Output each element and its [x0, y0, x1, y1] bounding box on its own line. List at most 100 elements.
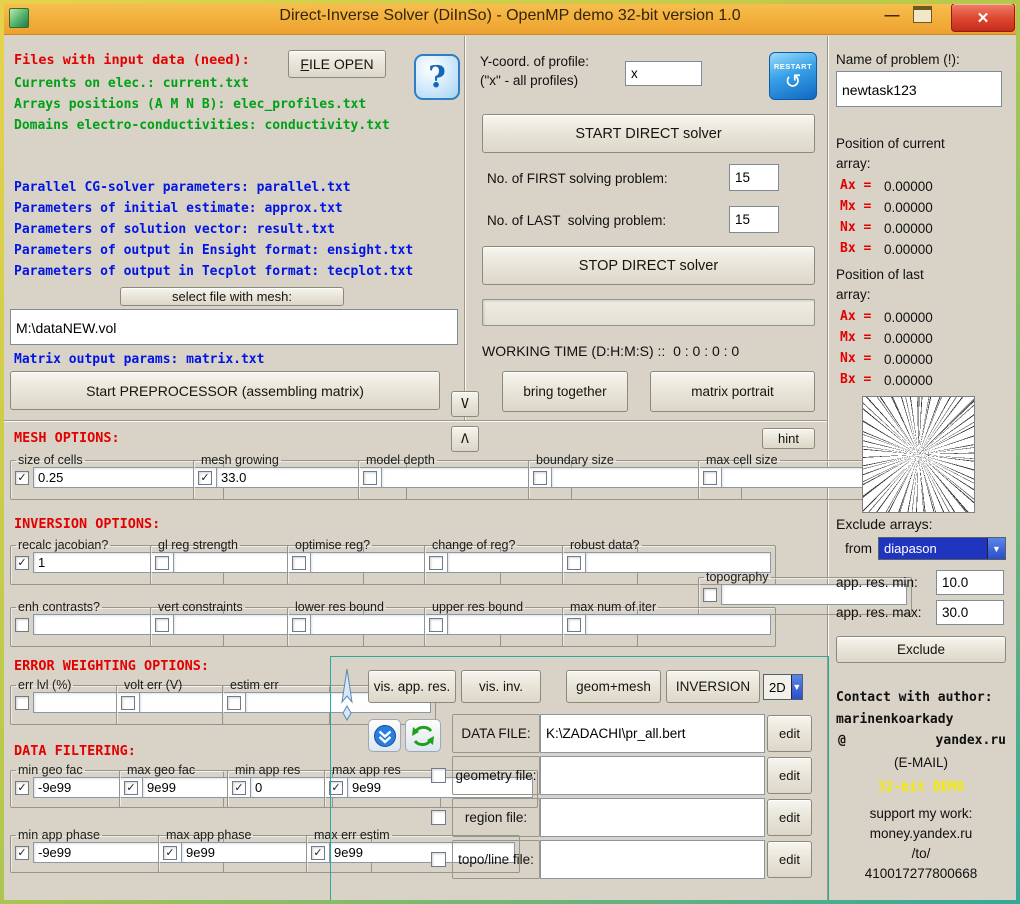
region-file-edit-button[interactable]: edit	[767, 799, 812, 836]
vis-inv-button[interactable]: vis. inv.	[461, 670, 541, 703]
last-problem-input[interactable]	[729, 206, 779, 233]
coord-value: 0.00000	[884, 179, 933, 194]
group-label: min app res	[233, 763, 302, 777]
coord-key: Ax =	[840, 178, 871, 193]
geom-mesh-button[interactable]: geom+mesh	[566, 670, 661, 703]
checkbox[interactable]: ✓	[15, 471, 29, 485]
last-array-label2: array:	[836, 287, 871, 302]
checkbox[interactable]	[567, 618, 581, 632]
coord-value: 0.00000	[884, 221, 933, 236]
checkbox[interactable]: ✓	[232, 781, 246, 795]
app-res-min-input[interactable]	[936, 570, 1004, 595]
group-label: enh contrasts?	[16, 600, 102, 614]
file-open-button[interactable]: FILE OPEN	[288, 50, 386, 78]
email-note: (E-MAIL)	[836, 755, 1006, 770]
matrix-portrait-button[interactable]: matrix portrait	[650, 371, 815, 412]
start-direct-solver-button[interactable]: START DIRECT solver	[482, 114, 815, 153]
bring-together-button[interactable]: bring together	[502, 371, 628, 412]
coord-value: 0.00000	[884, 352, 933, 367]
chevron-down-icon: ▼	[791, 675, 802, 699]
group-label: robust data?	[568, 538, 642, 552]
checkbox[interactable]	[363, 471, 377, 485]
refresh-button[interactable]	[405, 719, 441, 752]
app-window: Direct-Inverse Solver (DiInSo) - OpenMP …	[0, 0, 1020, 904]
checkbox[interactable]	[703, 471, 717, 485]
first-problem-label: No. of FIRST solving problem:	[487, 171, 668, 186]
restart-arrow-icon: ↺	[785, 71, 802, 91]
input-file-line: Domains electro-conductivities: conducti…	[14, 118, 390, 133]
checkbox[interactable]	[292, 556, 306, 570]
geometry-file-input[interactable]	[540, 756, 765, 795]
inversion-options-heading: INVERSION OPTIONS:	[14, 516, 160, 532]
checkbox[interactable]	[533, 471, 547, 485]
close-button[interactable]: ✕	[951, 3, 1015, 32]
checkbox[interactable]: ✓	[311, 846, 325, 860]
checkbox[interactable]	[227, 696, 241, 710]
app-res-max-input[interactable]	[936, 600, 1004, 625]
group-label: recalc jacobian?	[16, 538, 110, 552]
group-label: err lvl (%)	[16, 678, 73, 692]
exclude-arrays-heading: Exclude arrays:	[836, 516, 932, 532]
input-file-line: Arrays positions (A M N B): elec_profile…	[14, 97, 366, 112]
problem-name-input[interactable]	[836, 71, 1002, 107]
data-file-input[interactable]	[540, 714, 765, 753]
group-label: change of reg?	[430, 538, 517, 552]
checkbox[interactable]: ✓	[198, 471, 212, 485]
group-label: estim err	[228, 678, 281, 692]
array-positions-plot	[862, 396, 975, 513]
mesh-file-input[interactable]	[10, 309, 458, 345]
value-input[interactable]	[585, 614, 771, 635]
coord-key: Bx =	[840, 372, 871, 387]
y-coord-input[interactable]	[625, 61, 702, 86]
value-input[interactable]	[33, 467, 219, 488]
checkbox[interactable]: ✓	[15, 556, 29, 570]
topo-file-checkbox[interactable]	[431, 852, 446, 867]
coord-key: Ax =	[840, 309, 871, 324]
region-file-label: region file:	[452, 798, 540, 837]
vis-app-res-button[interactable]: vis. app. res.	[368, 670, 456, 703]
topo-file-input[interactable]	[540, 840, 765, 879]
checkbox[interactable]	[155, 618, 169, 632]
checkbox[interactable]	[567, 556, 581, 570]
checkbox[interactable]: ✓	[163, 846, 177, 860]
first-problem-input[interactable]	[729, 164, 779, 191]
exclude-button[interactable]: Exclude	[836, 636, 1006, 663]
select-mesh-button[interactable]: select file with mesh:	[120, 287, 344, 306]
geometry-file-checkbox[interactable]	[431, 768, 446, 783]
inversion-button[interactable]: INVERSION	[666, 670, 760, 703]
param-file-line: Parameters of initial estimate: approx.t…	[14, 201, 343, 216]
dimension-select[interactable]: 2D ▼	[763, 674, 803, 700]
geometry-file-edit-button[interactable]: edit	[767, 757, 812, 794]
checkbox[interactable]	[292, 618, 306, 632]
collapse-button[interactable]: V	[451, 391, 479, 417]
checkbox[interactable]: ✓	[15, 781, 29, 795]
download-results-button[interactable]	[368, 719, 401, 752]
checkbox[interactable]	[155, 556, 169, 570]
chevron-down-icon: ▼	[987, 538, 1005, 559]
expand-button[interactable]: Λ	[451, 426, 479, 452]
checkbox[interactable]	[15, 618, 29, 632]
region-file-checkbox[interactable]	[431, 810, 446, 825]
start-preprocessor-button[interactable]: Start PREPROCESSOR (assembling matrix)	[10, 371, 440, 410]
title-bar: Direct-Inverse Solver (DiInSo) - OpenMP …	[0, 0, 1020, 35]
checkbox[interactable]	[15, 696, 29, 710]
data-file-edit-button[interactable]: edit	[767, 715, 812, 752]
restart-button[interactable]: RESTART ↺	[769, 52, 817, 100]
hint-button[interactable]: hint	[762, 428, 815, 449]
question-icon: ?	[428, 60, 446, 95]
checkbox[interactable]: ✓	[124, 781, 138, 795]
coord-value: 0.00000	[884, 200, 933, 215]
minimize-button[interactable]: —	[882, 5, 902, 25]
current-array-label2: array:	[836, 156, 871, 171]
diapason-select[interactable]: diapason ▼	[878, 537, 1006, 560]
checkbox[interactable]	[429, 618, 443, 632]
checkbox[interactable]: ✓	[15, 846, 29, 860]
topo-file-edit-button[interactable]: edit	[767, 841, 812, 878]
contact-at: @	[838, 733, 846, 748]
checkbox[interactable]	[429, 556, 443, 570]
maximize-button[interactable]	[913, 6, 932, 23]
checkbox[interactable]	[121, 696, 135, 710]
help-button[interactable]: ?	[414, 54, 460, 100]
region-file-input[interactable]	[540, 798, 765, 837]
stop-direct-solver-button[interactable]: STOP DIRECT solver	[482, 246, 815, 285]
